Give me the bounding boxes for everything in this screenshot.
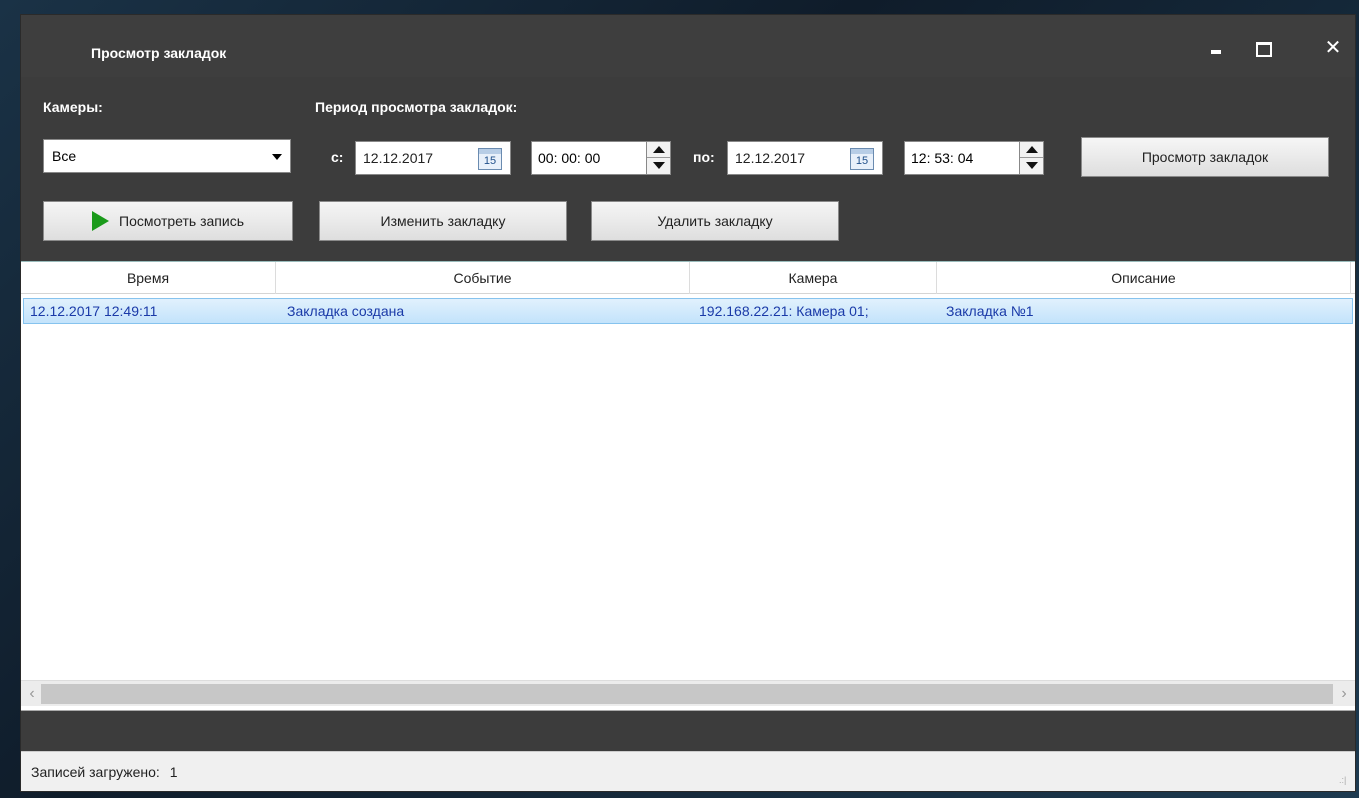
calendar-icon[interactable]: 15 <box>478 148 502 170</box>
bookmarks-window: Просмотр закладок ✕ Камеры: Период просм… <box>20 14 1356 792</box>
cameras-dropdown-value: Все <box>52 148 77 164</box>
scrollbar-thumb[interactable] <box>41 684 1333 704</box>
from-time-stepper[interactable] <box>646 142 670 174</box>
maximize-button[interactable] <box>1247 33 1277 63</box>
to-label: по: <box>693 149 715 165</box>
table-header: Время Событие Камера Описание <box>21 262 1355 294</box>
play-record-label: Посмотреть запись <box>119 213 244 229</box>
from-date-value: 12.12.2017 <box>363 150 434 166</box>
stepper-up-icon[interactable] <box>647 142 670 158</box>
to-time-value: 12: 53: 04 <box>911 150 974 166</box>
stepper-down-icon[interactable] <box>647 158 670 174</box>
stepper-down-icon[interactable] <box>1020 158 1043 174</box>
view-bookmarks-button[interactable]: Просмотр закладок <box>1081 137 1329 177</box>
from-date-field[interactable]: 12.12.2017 15 <box>355 141 511 175</box>
column-header-time[interactable]: Время <box>21 262 276 294</box>
cell-event: Закладка создана <box>287 303 405 319</box>
calendar-icon[interactable]: 15 <box>850 148 874 170</box>
records-loaded-count: 1 <box>169 764 178 780</box>
to-time-stepper[interactable] <box>1019 142 1043 174</box>
edit-bookmark-button[interactable]: Изменить закладку <box>319 201 567 241</box>
status-bar: Записей загружено: 1 .:| <box>21 751 1355 791</box>
resize-grip-icon[interactable]: .:| <box>1339 775 1349 785</box>
cameras-label: Камеры: <box>43 99 103 115</box>
column-header-camera[interactable]: Камера <box>690 262 937 294</box>
scroll-right-icon[interactable]: › <box>1335 684 1353 704</box>
to-date-field[interactable]: 12.12.2017 15 <box>727 141 883 175</box>
minimize-button[interactable] <box>1201 33 1231 63</box>
chevron-down-icon <box>272 154 282 160</box>
cell-camera: 192.168.22.21: Камера 01; <box>699 303 869 319</box>
from-label: с: <box>331 149 344 165</box>
play-record-button[interactable]: Посмотреть запись <box>43 201 293 241</box>
cell-description: Закладка №1 <box>946 303 1034 319</box>
to-date-value: 12.12.2017 <box>735 150 806 166</box>
title-bar[interactable]: Просмотр закладок ✕ <box>21 15 1355 77</box>
window-title: Просмотр закладок <box>91 45 227 61</box>
from-time-value: 00: 00: 00 <box>538 150 601 166</box>
cameras-dropdown[interactable]: Все <box>43 139 291 173</box>
records-loaded-label: Записей загружено: <box>31 764 160 780</box>
to-time-field[interactable]: 12: 53: 04 <box>904 141 1044 175</box>
from-time-field[interactable]: 00: 00: 00 <box>531 141 671 175</box>
period-label: Период просмотра закладок: <box>315 99 518 115</box>
table-row[interactable]: 12.12.2017 12:49:11 Закладка создана 192… <box>23 298 1353 324</box>
cell-time: 12.12.2017 12:49:11 <box>30 303 158 319</box>
column-header-description[interactable]: Описание <box>937 262 1351 294</box>
divider-band <box>21 711 1355 751</box>
scroll-left-icon[interactable]: ‹ <box>23 684 41 704</box>
horizontal-scrollbar[interactable]: ‹ › <box>21 680 1355 706</box>
bookmarks-table[interactable]: Время Событие Камера Описание 12.12.2017… <box>21 261 1355 711</box>
stepper-up-icon[interactable] <box>1020 142 1043 158</box>
play-icon <box>92 210 110 231</box>
column-header-event[interactable]: Событие <box>276 262 690 294</box>
close-button[interactable]: ✕ <box>1318 33 1348 63</box>
delete-bookmark-button[interactable]: Удалить закладку <box>591 201 839 241</box>
